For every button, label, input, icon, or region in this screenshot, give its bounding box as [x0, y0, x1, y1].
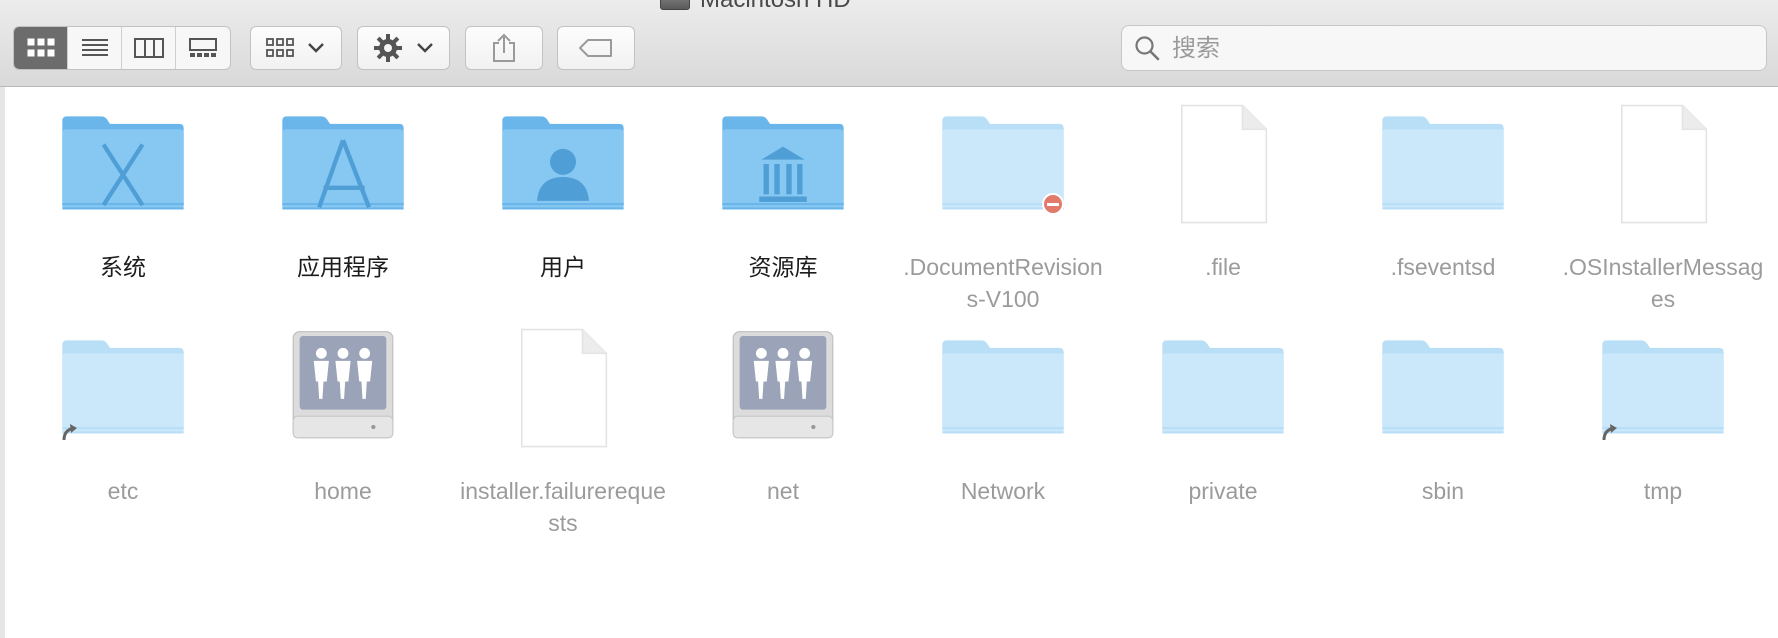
file-item[interactable]: sbin	[1338, 323, 1548, 533]
document-icon	[1621, 104, 1708, 224]
window-title: Macintosh HD	[660, 0, 851, 14]
file-item[interactable]: etc	[18, 323, 228, 533]
folder-icon	[1382, 340, 1504, 434]
users-folder-icon	[502, 116, 624, 210]
file-item-label[interactable]: tmp	[1558, 475, 1768, 507]
file-item-icon[interactable]	[938, 99, 1068, 229]
chevron-down-icon	[416, 43, 433, 53]
system-folder-icon	[62, 116, 184, 210]
file-item[interactable]: 资源库	[678, 99, 888, 309]
finder-window: Macintosh HD	[0, 0, 1778, 638]
file-item[interactable]: private	[1118, 323, 1328, 533]
document-icon	[1181, 104, 1268, 224]
file-item-icon[interactable]	[718, 323, 848, 453]
file-item[interactable]: .OSInstallerMessages	[1558, 99, 1768, 312]
file-item-icon[interactable]	[498, 323, 628, 453]
file-item-icon[interactable]	[938, 323, 1068, 453]
file-item[interactable]: net	[678, 323, 888, 533]
file-item-icon[interactable]	[58, 323, 188, 453]
file-item[interactable]: 应用程序	[238, 99, 448, 309]
file-item-label[interactable]: Network	[898, 475, 1108, 507]
file-item[interactable]: Network	[898, 323, 1108, 533]
search-input[interactable]	[1170, 33, 1734, 63]
file-item-icon[interactable]	[278, 99, 408, 229]
folder-icon	[1162, 340, 1284, 434]
file-item[interactable]: installer.failurerequests	[458, 323, 668, 536]
file-item-label[interactable]: private	[1118, 475, 1328, 507]
file-item-label[interactable]: sbin	[1338, 475, 1548, 507]
search-icon	[1135, 36, 1160, 61]
restricted-badge-icon	[1042, 193, 1064, 215]
folder-icon	[942, 340, 1064, 434]
file-item[interactable]: .DocumentRevisions-V100	[898, 99, 1108, 312]
window-title-text: Macintosh HD	[700, 0, 851, 14]
library-folder-icon	[722, 116, 844, 210]
share-button[interactable]	[465, 26, 543, 70]
file-item-label[interactable]: 系统	[18, 251, 228, 283]
file-item[interactable]: 用户	[458, 99, 668, 309]
file-item-icon[interactable]	[1158, 323, 1288, 453]
action-menu-button[interactable]	[357, 26, 450, 70]
file-item-icon[interactable]	[278, 323, 408, 453]
file-item-icon[interactable]	[1378, 99, 1508, 229]
tag-icon	[579, 39, 612, 57]
file-item-label[interactable]: home	[238, 475, 448, 507]
share-icon	[493, 33, 515, 62]
file-item-label[interactable]: installer.failurerequests	[458, 475, 668, 539]
file-item[interactable]: .fseventsd	[1338, 99, 1548, 309]
gear-icon	[373, 34, 402, 62]
file-item-icon[interactable]	[1598, 323, 1728, 453]
file-item[interactable]: home	[238, 323, 448, 533]
file-item-label[interactable]: .file	[1118, 251, 1328, 283]
hard-disk-icon	[660, 0, 690, 10]
document-icon	[521, 328, 608, 448]
file-item-icon[interactable]	[1378, 323, 1508, 453]
file-item-label[interactable]: .DocumentRevisions-V100	[898, 251, 1108, 315]
file-item-icon[interactable]	[1598, 99, 1728, 229]
file-item-icon[interactable]	[1158, 99, 1288, 229]
alias-arrow-icon	[60, 422, 80, 447]
file-item-icon[interactable]	[718, 99, 848, 229]
gallery-view-icon	[189, 38, 217, 57]
shared-volume-icon	[732, 331, 834, 439]
toolbar: Macintosh HD	[0, 0, 1778, 87]
list-view-icon	[81, 39, 108, 56]
alias-arrow-icon	[1600, 422, 1620, 447]
search-field[interactable]	[1121, 25, 1767, 71]
column-view-icon	[133, 38, 164, 58]
file-item-icon[interactable]	[498, 99, 628, 229]
group-by-button[interactable]	[250, 26, 342, 70]
file-icon-grid: 系统 应用程序 用户 资源库 .DocumentRevisions-V100 .…	[0, 87, 1778, 638]
applications-folder-icon	[282, 116, 404, 210]
file-item-label[interactable]: .OSInstallerMessages	[1558, 251, 1768, 315]
gallery-view-button[interactable]	[176, 27, 230, 69]
file-item[interactable]: 系统	[18, 99, 228, 309]
file-item-label[interactable]: net	[678, 475, 888, 507]
shared-volume-icon	[292, 331, 394, 439]
folder-icon	[1382, 116, 1504, 210]
icon-view-button[interactable]	[14, 27, 68, 69]
icon-view-icon	[27, 38, 54, 57]
file-item-label[interactable]: .fseventsd	[1338, 251, 1548, 283]
file-item-label[interactable]: 资源库	[678, 251, 888, 283]
column-view-button[interactable]	[122, 27, 176, 69]
file-item-icon[interactable]	[58, 99, 188, 229]
tags-button[interactable]	[557, 26, 635, 70]
file-item-label[interactable]: 用户	[458, 251, 668, 283]
file-item-label[interactable]: etc	[18, 475, 228, 507]
file-item[interactable]: .file	[1118, 99, 1328, 309]
grid-icon	[266, 38, 294, 57]
chevron-down-icon	[308, 43, 324, 53]
view-mode-control	[13, 26, 231, 70]
file-item-label[interactable]: 应用程序	[238, 251, 448, 283]
file-item[interactable]: tmp	[1558, 323, 1768, 533]
list-view-button[interactable]	[68, 27, 122, 69]
